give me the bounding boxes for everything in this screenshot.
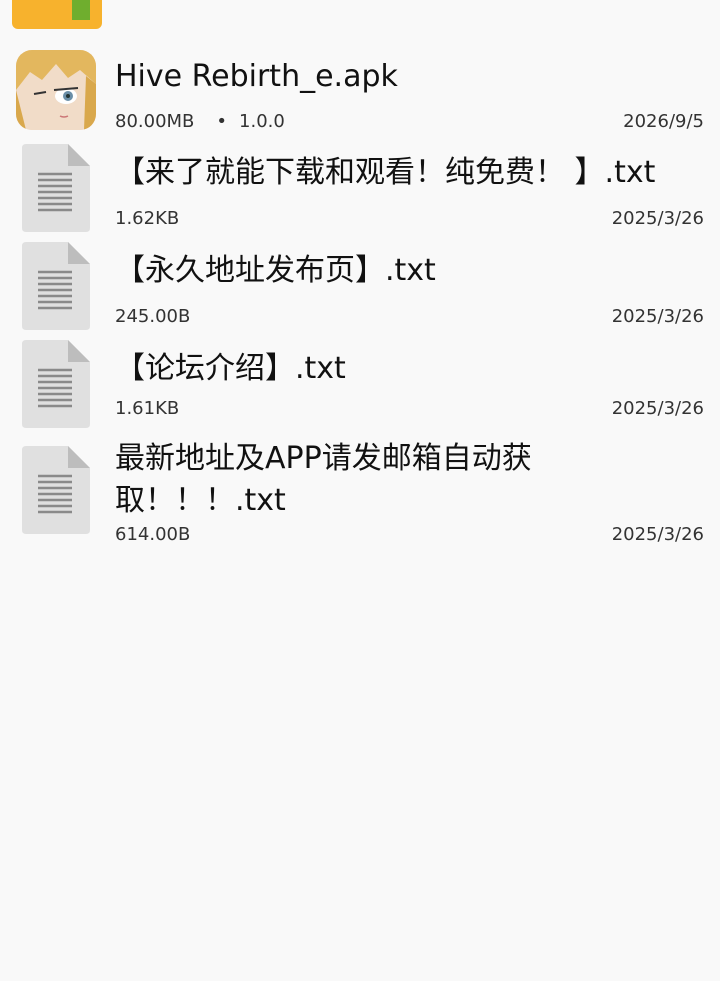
icon-box [14, 142, 98, 232]
folder-tab [72, 0, 90, 20]
file-name: 【来了就能下载和观看！纯免费！ 】.txt [115, 155, 656, 190]
file-list: Hive Rebirth_e.apk 80.00MB • 1.0.0 2026/9/… [0, 44, 720, 564]
file-date: 2025/3/26 [611, 398, 704, 419]
file-name: Hive Rebirth_e.apk [115, 59, 398, 94]
app-icon [16, 50, 96, 130]
text-file-icon [22, 340, 90, 428]
file-size: 614.00B [115, 524, 191, 545]
list-item[interactable]: 【来了就能下载和观看！纯免费！ 】.txt 1.62KB 2025/3/26 [0, 142, 720, 240]
file-date: 2025/3/26 [611, 306, 704, 327]
file-name: 【论坛介绍】.txt [115, 351, 346, 386]
icon-box [14, 444, 98, 534]
list-item[interactable]: 【永久地址发布页】.txt 245.00B 2025/3/26 [0, 240, 720, 338]
file-size: 80.00MB [115, 111, 195, 132]
file-size: 245.00B [115, 306, 191, 327]
icon-box [14, 44, 98, 130]
file-date: 2025/3/26 [611, 208, 704, 229]
icon-box [14, 240, 98, 330]
file-meta: 80.00MB • 1.0.0 [115, 111, 285, 132]
file-size: 1.61KB [115, 398, 180, 419]
file-name: 最新地址及APP请发邮箱自动获取！！！.txt [115, 441, 532, 518]
meta-separator: • [216, 111, 228, 132]
list-item[interactable]: 最新地址及APP请发邮箱自动获取！！！.txt 614.00B 2025/3/2… [0, 441, 720, 564]
text-file-icon [22, 446, 90, 534]
file-name: 【永久地址发布页】.txt [115, 253, 436, 288]
file-date: 2025/3/26 [611, 524, 704, 545]
folder-icon[interactable] [12, 0, 102, 29]
icon-box [14, 338, 98, 428]
app-version: 1.0.0 [239, 111, 285, 132]
list-item[interactable]: 【论坛介绍】.txt 1.61KB 2025/3/26 [0, 338, 720, 444]
file-date: 2026/9/5 [623, 111, 704, 132]
text-file-icon [22, 242, 90, 330]
text-file-icon [22, 144, 90, 232]
list-item[interactable]: Hive Rebirth_e.apk 80.00MB • 1.0.0 2026/9/… [0, 44, 720, 142]
file-size: 1.62KB [115, 208, 180, 229]
